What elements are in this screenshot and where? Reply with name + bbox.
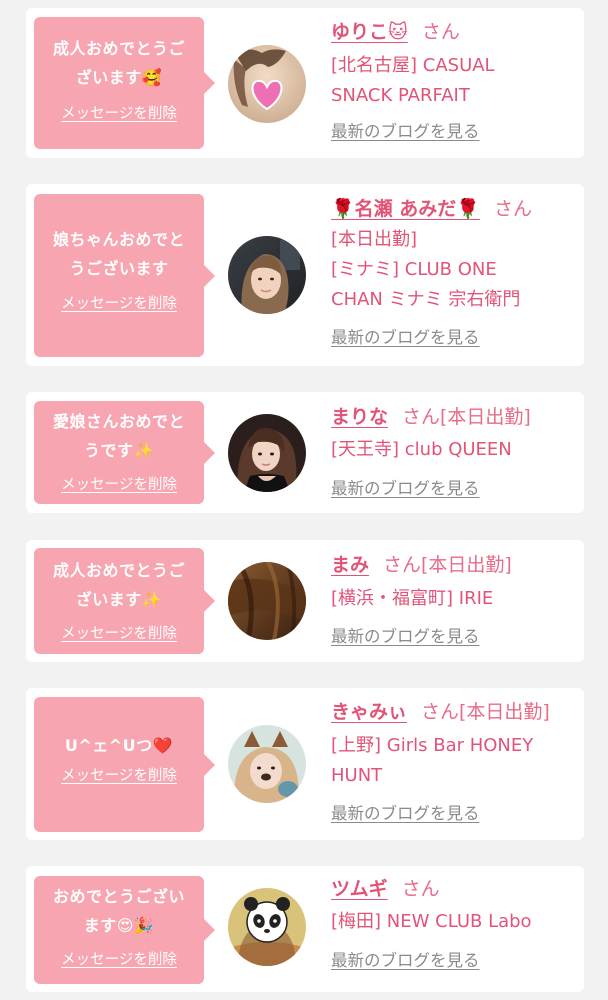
cast-info: ゆりこ🐱 さん [北名古屋] CASUAL SNACK PARFAIT 最新のブロ… — [331, 17, 572, 142]
cast-name-link[interactable]: まみ — [331, 554, 369, 576]
latest-blog-link[interactable]: 最新のブログを見る — [331, 324, 480, 348]
name-line: 🌹名瀬 あみだ🌹 さん — [331, 194, 572, 224]
name-line: ツムギ さん — [331, 874, 572, 904]
shop-details: [北名古屋] CASUAL SNACK PARFAIT — [331, 55, 495, 106]
delete-message-link[interactable]: メッセージを削除 — [61, 764, 177, 785]
cast-name-link[interactable]: ゆりこ🐱 — [331, 21, 408, 43]
cast-info: まみ さん[本日出勤] [横浜・福富町] IRIE 最新のブログを見る — [331, 550, 572, 647]
message-text: おめでとうござい ます😍🎉 — [52, 887, 185, 935]
honorific: さん — [401, 878, 440, 900]
shop-details: [本日出勤] [ミナミ] CLUB ONE CHAN ミナミ 宗右衛門 — [331, 229, 521, 310]
message-bubble: U^ェ^Uつ❤️ メッセージを削除 — [34, 697, 215, 832]
cast-info: きゃみぃ さん[本日出勤] [上野] Girls Bar HONEY HUNT 最… — [331, 697, 572, 824]
cast-info: ツムギ さん [梅田] NEW CLUB Labo 最新のブログを見る — [331, 874, 572, 971]
avatar[interactable] — [228, 725, 306, 803]
message-bubble: 成人おめでとうご ざいます✨ メッセージを削除 — [34, 548, 215, 654]
cast-name-link[interactable]: 🌹名瀬 あみだ🌹 — [331, 198, 480, 220]
latest-blog-link[interactable]: 最新のブログを見る — [331, 118, 480, 142]
avatar[interactable] — [228, 562, 306, 640]
cast-name-link[interactable]: ツムギ — [331, 878, 388, 900]
message-card: 成人おめでとうご ざいます🥰 メッセージを削除 ゆりこ🐱 さん [北名古屋] CA… — [26, 8, 584, 158]
shop-details: [梅田] NEW CLUB Labo — [331, 911, 532, 932]
name-line: まりな さん[本日出勤] — [331, 402, 572, 432]
avatar[interactable] — [228, 888, 306, 966]
name-line: まみ さん[本日出勤] — [331, 550, 572, 580]
delete-message-link[interactable]: メッセージを削除 — [61, 102, 177, 123]
cast-info: 🌹名瀬 あみだ🌹 さん [本日出勤] [ミナミ] CLUB ONE CHAN ミナ… — [331, 194, 572, 348]
message-card: U^ェ^Uつ❤️ メッセージを削除 きゃみぃ さん[本日出勤] [上野] Girl… — [26, 688, 584, 840]
honorific: さん — [421, 21, 460, 43]
delete-message-link[interactable]: メッセージを削除 — [61, 292, 177, 313]
honorific: さん[本日出勤] — [383, 554, 512, 576]
profile-photo-dog-filter-icon — [228, 725, 306, 803]
profile-photo-icon — [228, 236, 306, 314]
message-bubble: 愛娘さんおめでと うです✨ メッセージを削除 — [34, 401, 215, 504]
shop-details: [天王寺] club QUEEN — [331, 439, 512, 460]
message-card: おめでとうござい ます😍🎉 メッセージを削除 ツムギ さん [梅田] NEW CL… — [26, 866, 584, 992]
avatar[interactable] — [228, 414, 306, 492]
latest-blog-link[interactable]: 最新のブログを見る — [331, 800, 480, 824]
message-card: 娘ちゃんおめでと うございます メッセージを削除 🌹名瀬 あみだ🌹 さん [本日… — [26, 184, 584, 366]
message-text: 娘ちゃんおめでと うございます — [52, 230, 185, 278]
message-card: 愛娘さんおめでと うです✨ メッセージを削除 まりな さん[本日出勤] [天王寺]… — [26, 392, 584, 513]
message-text: 成人おめでとうご ざいます🥰 — [52, 39, 185, 87]
honorific: さん[本日出勤] — [402, 406, 531, 428]
shop-details: [横浜・福富町] IRIE — [331, 588, 494, 609]
message-text: U^ェ^Uつ❤️ — [64, 736, 174, 755]
message-bubble: 娘ちゃんおめでと うございます メッセージを削除 — [34, 194, 215, 357]
avatar[interactable] — [228, 45, 306, 123]
delete-message-link[interactable]: メッセージを削除 — [61, 948, 177, 969]
cast-name-link[interactable]: まりな — [331, 406, 388, 428]
message-text: 成人おめでとうご ざいます✨ — [52, 561, 185, 609]
shop-details: [上野] Girls Bar HONEY HUNT — [331, 735, 534, 786]
message-text: 愛娘さんおめでと うです✨ — [52, 412, 185, 460]
latest-blog-link[interactable]: 最新のブログを見る — [331, 475, 480, 499]
profile-photo-panda-stamp-icon — [228, 888, 306, 966]
avatar[interactable] — [228, 236, 306, 314]
profile-photo-heart-stamp-icon — [228, 45, 306, 123]
cast-name-link[interactable]: きゃみぃ — [331, 701, 407, 723]
cast-info: まりな さん[本日出勤] [天王寺] club QUEEN 最新のブログを見る — [331, 402, 572, 499]
latest-blog-link[interactable]: 最新のブログを見る — [331, 947, 480, 971]
profile-photo-icon — [228, 562, 306, 640]
delete-message-link[interactable]: メッセージを削除 — [61, 473, 177, 494]
honorific: さん[本日出勤] — [421, 701, 550, 723]
latest-blog-link[interactable]: 最新のブログを見る — [331, 623, 480, 647]
message-card: 成人おめでとうご ざいます✨ メッセージを削除 まみ さん[本日出勤] [横浜・福… — [26, 540, 584, 662]
profile-photo-icon — [228, 414, 306, 492]
name-line: ゆりこ🐱 さん — [331, 17, 572, 47]
message-bubble: おめでとうござい ます😍🎉 メッセージを削除 — [34, 876, 215, 984]
honorific: さん — [493, 198, 532, 220]
delete-message-link[interactable]: メッセージを削除 — [61, 622, 177, 643]
name-line: きゃみぃ さん[本日出勤] — [331, 697, 572, 727]
message-bubble: 成人おめでとうご ざいます🥰 メッセージを削除 — [34, 17, 215, 149]
